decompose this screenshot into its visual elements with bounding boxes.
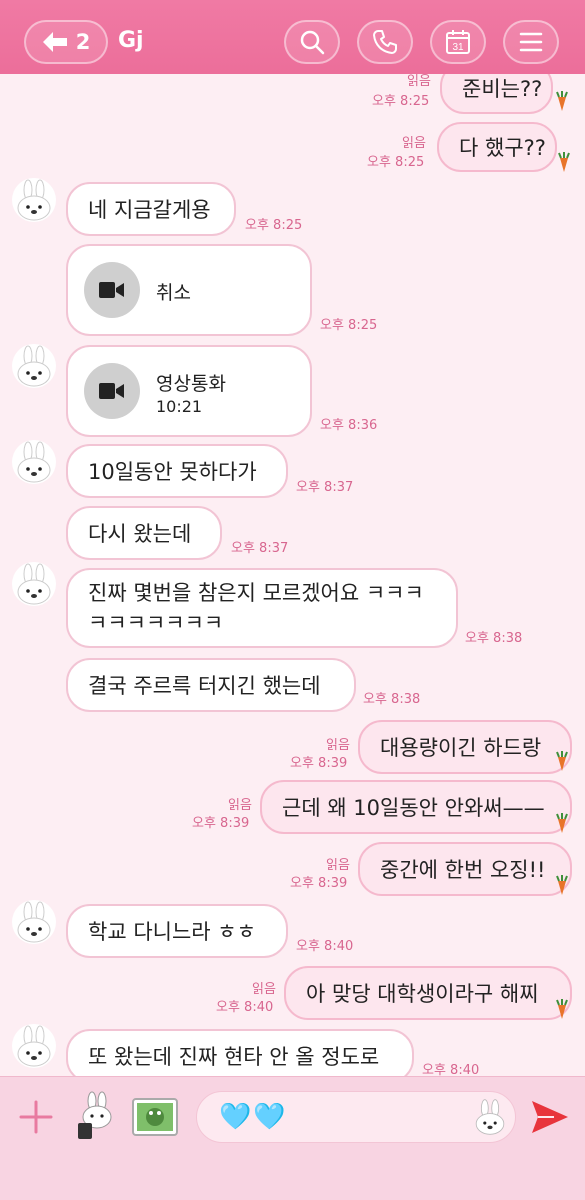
bunny-avatar-icon [17,1025,51,1067]
video-call-icon-wrap [84,363,140,419]
contact-avatar[interactable] [12,178,56,222]
message-bubble-sent[interactable]: 중간에 한번 오징!! [358,842,572,896]
send-icon[interactable] [530,1099,570,1135]
call-button[interactable] [357,20,413,64]
message-bubble-sent[interactable]: 준비는?? [440,74,553,114]
message-text: 근데 왜 10일동안 안와써—— [282,796,545,820]
contact-avatar[interactable] [12,900,56,944]
bunny-avatar-icon [17,901,51,943]
carrot-icon [556,751,568,771]
message-text: 10일동안 못하다가 [88,460,257,484]
svg-text:31: 31 [452,42,464,53]
message-bubble-sent[interactable]: 아 맞당 대학생이라구 해찌 [284,966,572,1020]
bunny-avatar-icon [17,441,51,483]
contact-avatar[interactable] [12,562,56,606]
emoji-picker-icon[interactable] [471,1098,509,1136]
message-time: 오후 8:40 [296,939,354,954]
message-text: 준비는?? [462,77,543,101]
message-time: 오후 8:25 [245,218,303,233]
video-camera-icon [99,383,124,399]
message-time: 오후 8:38 [363,692,421,707]
message-time: 오후 8:25 [367,155,425,170]
hamburger-menu-icon [519,32,543,52]
carrot-icon [556,999,568,1019]
message-time: 오후 8:25 [320,318,378,333]
contact-avatar[interactable] [12,1024,56,1068]
read-receipt: 읽음 [326,858,350,873]
message-text: 다시 왔는데 [88,522,192,546]
phone-icon [373,30,397,54]
message-time: 오후 8:36 [320,418,378,433]
carrot-icon [556,875,568,895]
message-bubble-received[interactable]: 10일동안 못하다가 [66,444,288,498]
message-bubble-sent[interactable]: 다 했구?? [437,122,557,172]
call-title: 취소 [156,282,191,304]
carrot-icon [556,91,568,111]
message-time: 오후 8:37 [231,541,289,556]
message-bubble-received[interactable]: 진짜 몇번을 참은지 모르겠어요 ㅋㅋㅋ ㅋㅋㅋㅋㅋㅋㅋ [66,568,458,648]
message-text: 네 지금갈게용 [88,198,211,222]
message-text: 결국 주르륵 터지긴 했는데 [88,674,321,698]
read-receipt: 읽음 [252,982,276,997]
message-bubble-sent[interactable]: 대용량이긴 하드랑 [358,720,572,774]
menu-button[interactable] [503,20,559,64]
message-time: 오후 8:40 [216,1000,274,1015]
calendar-button[interactable]: 31 [430,20,486,64]
search-icon [300,30,325,55]
call-card-canceled[interactable]: 취소 [66,244,312,336]
message-time: 오후 8:37 [296,480,354,495]
read-receipt: 읽음 [407,74,431,89]
video-call-icon-wrap [84,262,140,318]
carrot-icon [558,152,570,172]
message-bubble-received[interactable]: 다시 왔는데 [66,506,222,560]
message-text: 대용량이긴 하드랑 [380,736,542,760]
message-time: 오후 8:39 [192,816,250,831]
bunny-avatar-icon [17,563,51,605]
plus-icon[interactable] [18,1099,54,1135]
composer-bar: 🩵🩵 [0,1076,585,1200]
calendar-icon: 31 [446,30,470,54]
contact-avatar[interactable] [12,440,56,484]
bunny-avatar-icon [17,179,51,221]
message-text: 중간에 한번 오징!! [380,858,546,882]
bunny-avatar-icon [17,345,51,387]
search-button[interactable] [284,20,340,64]
message-text-line1: 진짜 몇번을 참은지 모르겠어요 ㅋㅋㅋ [88,581,424,605]
chat-header: 2 Gj 31 [0,0,585,74]
message-text-line2: ㅋㅋㅋㅋㅋㅋㅋ [88,611,224,635]
message-bubble-received[interactable]: 또 왔는데 진짜 현타 안 올 정도로 [66,1029,414,1076]
read-receipt: 읽음 [228,798,252,813]
message-text: 다 했구?? [459,136,546,160]
call-card-video[interactable]: 영상통화 10:21 [66,345,312,437]
chat-title: Gj [118,28,144,53]
message-text: 학교 다니느라 ㅎㅎ [88,920,256,944]
message-input[interactable]: 🩵🩵 [196,1091,516,1143]
image-icon[interactable] [130,1091,180,1141]
call-title: 영상통화 [156,373,226,395]
sticker-icon[interactable] [70,1091,120,1141]
read-receipt: 읽음 [402,136,426,151]
message-time: 오후 8:38 [465,631,523,646]
message-bubble-received[interactable]: 결국 주르륵 터지긴 했는데 [66,658,356,712]
message-time: 오후 8:40 [422,1063,480,1076]
input-draft: 🩵🩵 [219,1102,288,1132]
message-time: 오후 8:39 [290,876,348,891]
message-bubble-received[interactable]: 네 지금갈게용 [66,182,236,236]
message-time: 오후 8:39 [290,756,348,771]
unread-count: 2 [75,30,91,54]
call-duration: 10:21 [156,397,203,416]
message-text: 또 왔는데 진짜 현타 안 올 정도로 [88,1045,380,1069]
arrow-left-icon [42,32,67,52]
message-bubble-sent[interactable]: 근데 왜 10일동안 안와써—— [260,780,572,834]
message-text: 아 맞당 대학생이라구 해찌 [306,982,539,1006]
message-time: 오후 8:25 [372,94,430,109]
video-camera-icon [99,282,124,298]
message-bubble-received[interactable]: 학교 다니느라 ㅎㅎ [66,904,288,958]
read-receipt: 읽음 [326,738,350,753]
back-button[interactable]: 2 [24,20,108,64]
contact-avatar[interactable] [12,344,56,388]
message-list[interactable]: 읽음 오후 8:25 준비는?? 읽음 오후 8:25 다 했구?? 네 지금갈… [0,74,585,1076]
carrot-icon [556,813,568,833]
